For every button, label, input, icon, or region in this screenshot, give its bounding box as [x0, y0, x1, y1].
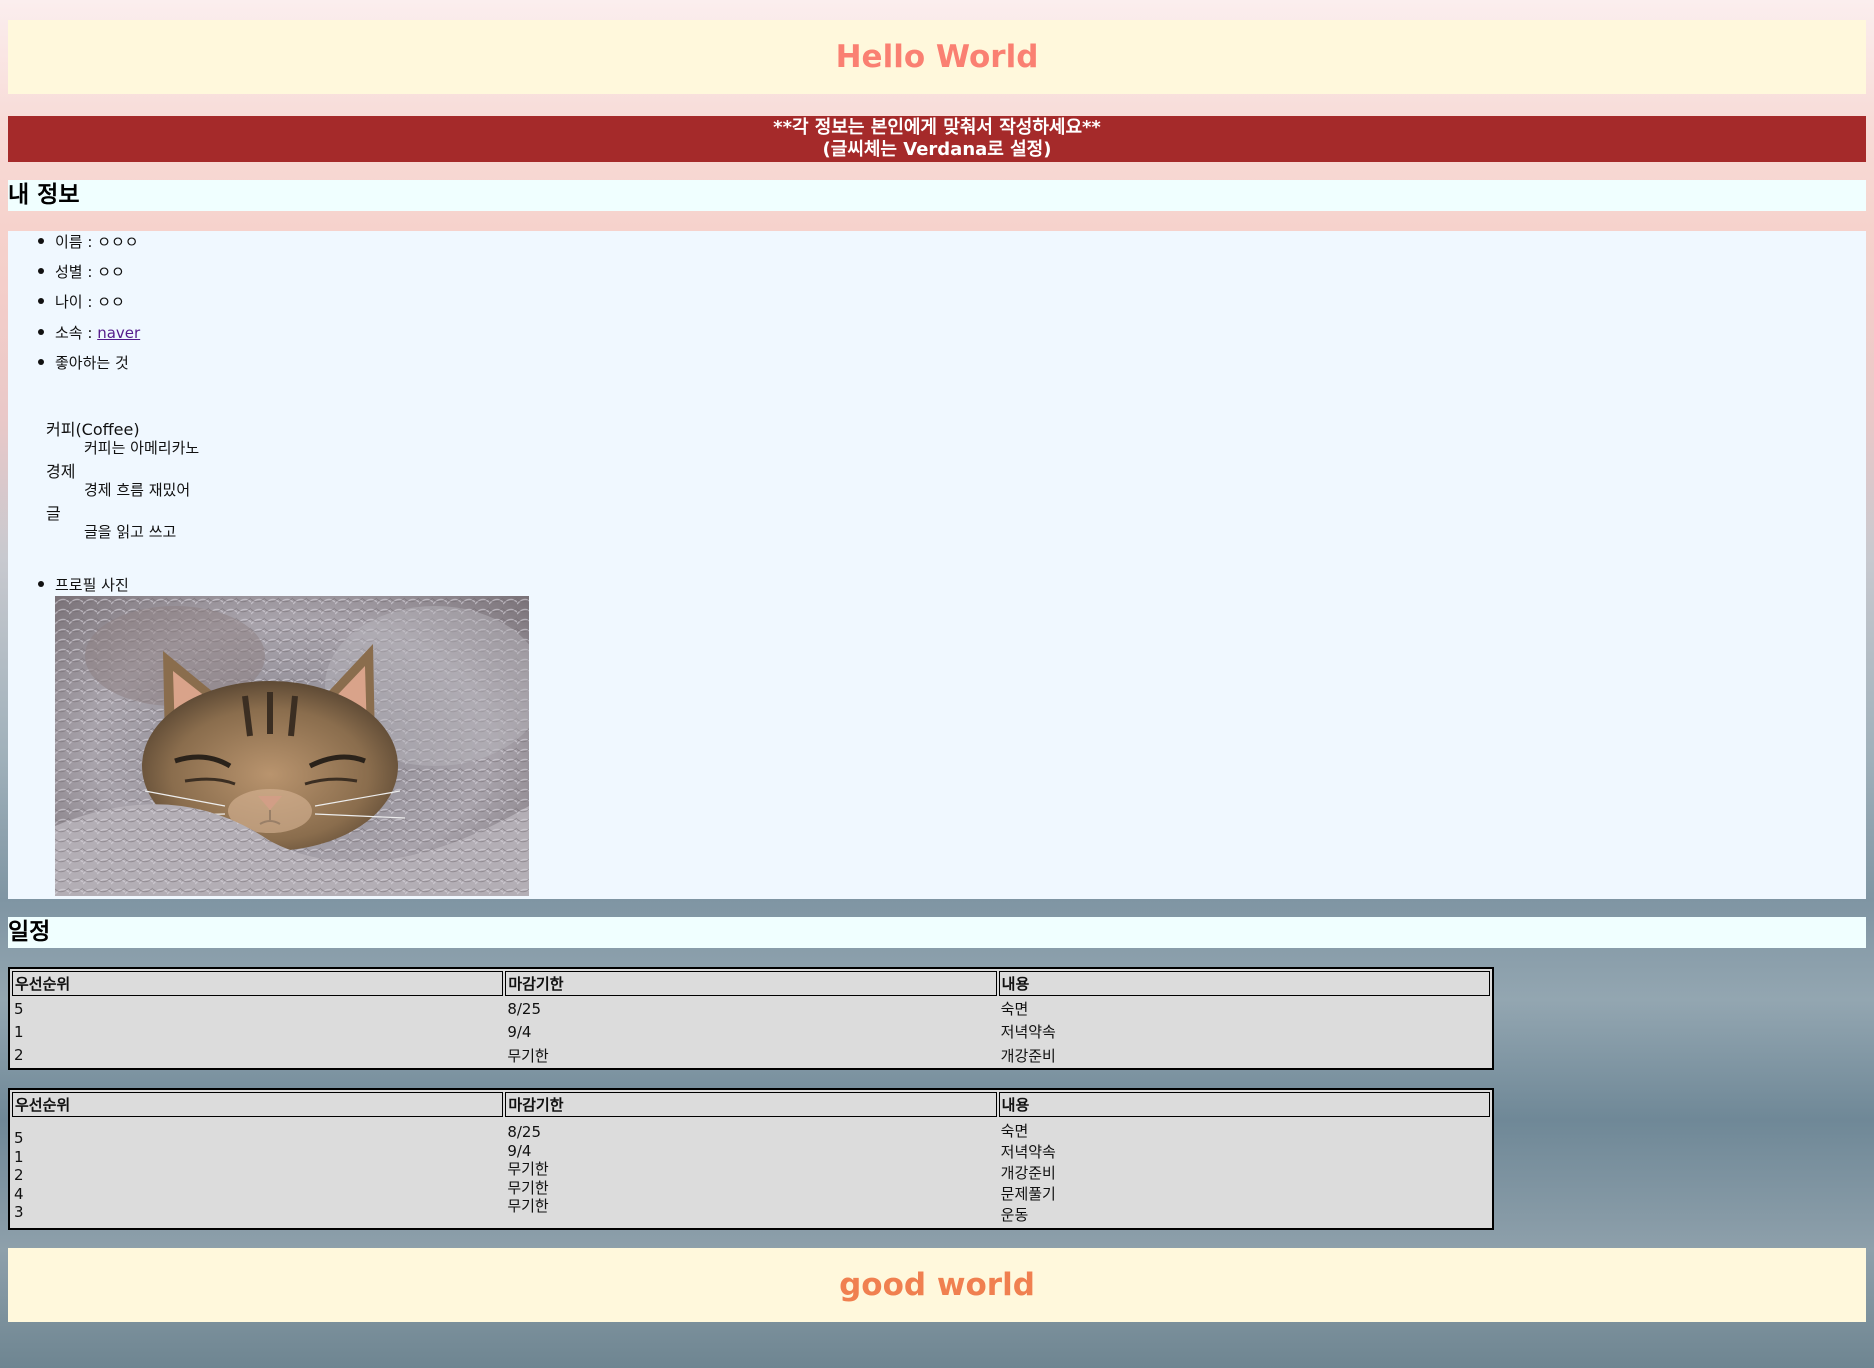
table-cell: 8/25	[507, 999, 542, 1018]
list-item-photo: 프로필 사진	[38, 574, 129, 595]
notice-line-2: (글씨체는 Verdana로 설정)	[822, 139, 1052, 160]
table-row: 1 9/4 저녁약속	[12, 1021, 1490, 1042]
list-item-affiliation: 소속 : naver	[38, 322, 140, 343]
footer-banner: good world	[8, 1248, 1866, 1322]
bullet-icon	[38, 581, 44, 587]
bullet-icon	[38, 238, 44, 244]
table-header-row: 우선순위 마감기한 내용	[12, 1092, 1490, 1117]
table-header-row: 우선순위 마감기한 내용	[12, 971, 1490, 996]
column-header: 마감기한	[505, 971, 997, 996]
column-header: 우선순위	[12, 971, 504, 996]
table-cell: 숙면	[1000, 1000, 1029, 1019]
bullet-icon	[38, 268, 44, 274]
bullet-icon	[38, 298, 44, 304]
list-item-likes: 좋아하는 것	[38, 352, 129, 373]
header-banner: Hello World	[8, 20, 1866, 94]
footer-title: good world	[839, 1267, 1035, 1303]
column-header: 마감기한	[505, 1092, 997, 1117]
table-cell: 무기한	[507, 1046, 549, 1065]
schedule-table-1: 우선순위 마감기한 내용 5 8/25 숙면 1 9/4 저녁약속 2 무기한 …	[8, 967, 1494, 1070]
like-desc: 경제 흐름 재밌어	[84, 481, 191, 499]
naver-link[interactable]: naver	[97, 324, 140, 342]
column-header: 내용	[998, 971, 1490, 996]
table-cell: 9/4	[507, 1022, 532, 1041]
notice-banner: **각 정보는 본인에게 맞춰서 작성하세요** (글씨체는 Verdana로 …	[8, 116, 1866, 162]
table-row: 5 1 2 4 3 8/25 9/4 무기한 무기한 무기한 숙면 저녁약속 개…	[12, 1119, 1490, 1226]
bullet-icon	[38, 329, 44, 335]
like-desc: 글을 읽고 쓰고	[84, 523, 177, 541]
deadline-list-cell: 8/25 9/4 무기한 무기한 무기한	[507, 1123, 549, 1215]
schedule-heading: 일정	[8, 917, 1866, 948]
my-info-section: 이름 : ㅇㅇㅇ 성별 : ㅇㅇ 나이 : ㅇㅇ 소속 : naver 좋아하는…	[8, 231, 1866, 899]
cat-photo-icon	[55, 596, 529, 896]
table-cell: 5	[14, 999, 24, 1018]
table-row: 2 무기한 개강준비	[12, 1045, 1490, 1066]
content-list-cell: 숙면 저녁약속 개강준비 문제풀기 운동	[1000, 1122, 1056, 1224]
column-header: 우선순위	[12, 1092, 504, 1117]
list-item-gender: 성별 : ㅇㅇ	[38, 261, 125, 282]
table-cell: 2	[14, 1046, 24, 1065]
column-header: 내용	[998, 1092, 1490, 1117]
list-item-age: 나이 : ㅇㅇ	[38, 291, 125, 312]
like-desc: 커피는 아메리카노	[84, 439, 200, 457]
priority-list-cell: 5 1 2 4 3	[14, 1129, 24, 1221]
table-cell: 개강준비	[1000, 1046, 1056, 1065]
table-cell: 저녁약속	[1000, 1023, 1056, 1042]
bullet-icon	[38, 359, 44, 365]
header-title: Hello World	[835, 39, 1039, 75]
like-term: 글	[46, 504, 61, 523]
list-item-name: 이름 : ㅇㅇㅇ	[38, 231, 139, 252]
schedule-table-2: 우선순위 마감기한 내용 5 1 2 4 3 8/25 9/4 무기한 무기한 …	[8, 1088, 1494, 1230]
like-term: 경제	[46, 462, 76, 481]
my-info-heading: 내 정보	[8, 180, 1866, 211]
table-row: 5 8/25 숙면	[12, 998, 1490, 1019]
profile-photo	[55, 596, 529, 896]
table-cell: 1	[14, 1022, 24, 1041]
notice-line-1: **각 정보는 본인에게 맞춰서 작성하세요**	[773, 117, 1101, 138]
